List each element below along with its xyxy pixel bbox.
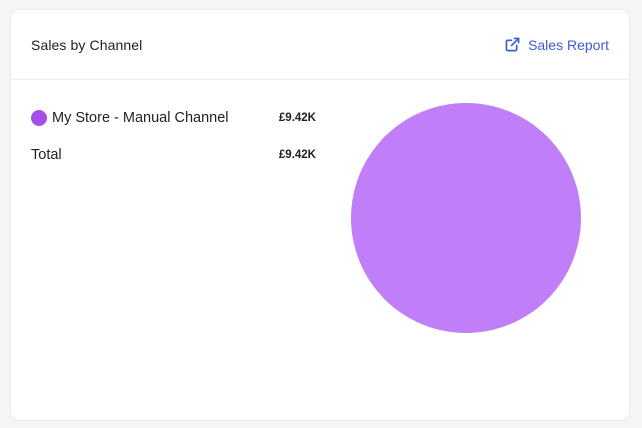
legend-row-total: Total £9.42K xyxy=(31,145,316,165)
card-body: My Store - Manual Channel £9.42K Total £… xyxy=(11,80,629,419)
external-link-icon xyxy=(505,37,520,52)
card-header: Sales by Channel Sales Report xyxy=(11,10,629,80)
sales-pie-chart xyxy=(350,102,582,334)
sales-report-label[interactable]: Sales Report xyxy=(528,37,609,53)
total-label: Total xyxy=(31,147,62,163)
channel-color-dot xyxy=(31,110,47,126)
channel-legend: My Store - Manual Channel £9.42K Total £… xyxy=(31,108,316,182)
pie-chart-svg xyxy=(351,103,581,333)
sales-by-channel-card: Sales by Channel Sales Report My Store -… xyxy=(11,10,629,420)
total-value: £9.42K xyxy=(278,149,316,161)
sales-report-link[interactable]: Sales Report xyxy=(505,37,609,53)
legend-row-manual-channel: My Store - Manual Channel £9.42K xyxy=(31,108,316,128)
card-title: Sales by Channel xyxy=(31,36,143,53)
pie-slice-my-store-manual-channel[interactable] xyxy=(351,103,581,333)
channel-name: My Store - Manual Channel xyxy=(52,110,229,126)
channel-sales-value: £9.42K xyxy=(278,112,316,124)
